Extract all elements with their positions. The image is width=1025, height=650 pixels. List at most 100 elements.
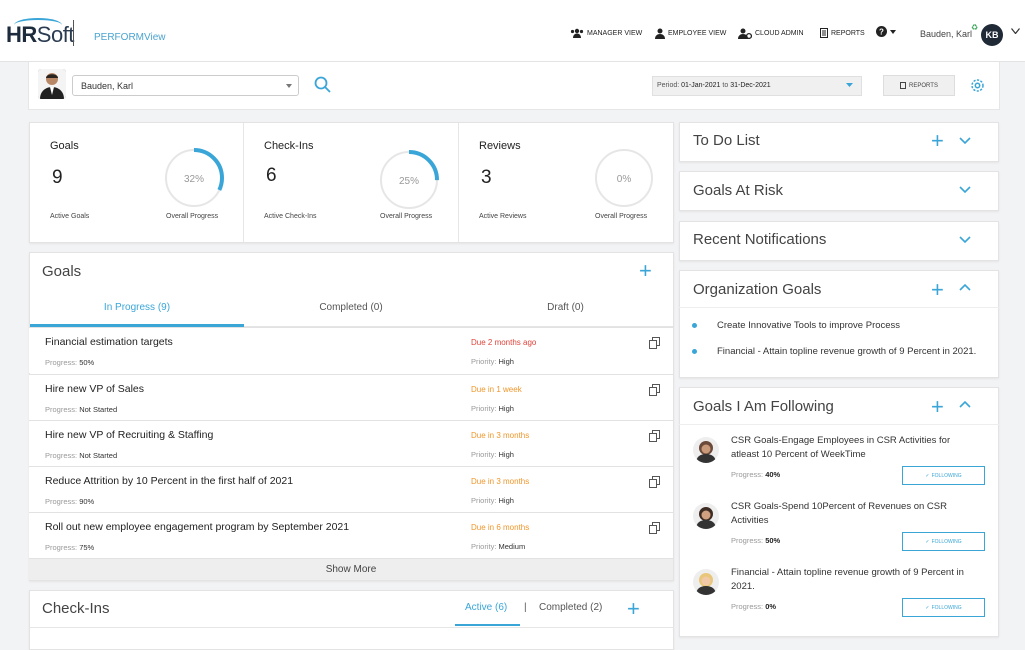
- chevron-down-icon[interactable]: [959, 236, 971, 243]
- active-tab-underline: [455, 624, 520, 626]
- following-button[interactable]: ✓ FOLLOWING: [902, 532, 985, 551]
- user-avatar[interactable]: KB: [981, 24, 1003, 46]
- stat-count: 6: [266, 165, 277, 186]
- copy-icon[interactable]: [649, 384, 660, 396]
- progress-label: Progress:: [731, 602, 764, 611]
- employee-select[interactable]: Bauden, Karl: [72, 75, 299, 96]
- goal-title[interactable]: Reduce Attrition by 10 Percent in the fi…: [45, 475, 293, 487]
- stat-title: Reviews: [479, 140, 521, 152]
- goals-at-risk-title: Goals At Risk: [693, 182, 784, 199]
- stat-title: Check-Ins: [264, 140, 314, 152]
- progress-value: 75%: [79, 543, 95, 552]
- goal-row[interactable]: Roll out new employee engagement program…: [29, 512, 673, 558]
- goal-row[interactable]: Hire new VP of Sales Progress: Not Starte…: [29, 374, 673, 420]
- following-button[interactable]: ✓ FOLLOWING: [902, 466, 985, 485]
- goal-row[interactable]: Hire new VP of Recruiting & Staffing Prog…: [29, 420, 673, 466]
- logo-text-hr: HR: [6, 22, 37, 47]
- following-goal-title[interactable]: Financial - Attain topline revenue growt…: [731, 566, 979, 594]
- add-todo-button[interactable]: +: [931, 130, 944, 152]
- progress-value: 50%: [79, 358, 95, 367]
- employee-view-link[interactable]: EMPLOYEE VIEW: [655, 28, 726, 39]
- employee-select-value: Bauden, Karl: [81, 81, 134, 91]
- goal-row[interactable]: Reduce Attrition by 10 Percent in the fi…: [29, 466, 673, 512]
- goal-priority: Priority: High: [471, 357, 514, 366]
- goal-title[interactable]: Hire new VP of Sales: [45, 383, 144, 395]
- svg-text:?: ?: [879, 28, 884, 37]
- tab-completed[interactable]: Completed (0): [244, 302, 458, 313]
- stat-goals[interactable]: Goals 9 Active Goals 32% Overall Progres…: [30, 123, 243, 242]
- check-icon: ✓: [925, 604, 930, 611]
- chevron-up-icon[interactable]: [959, 284, 971, 291]
- document-icon: [900, 82, 907, 89]
- gear-icon[interactable]: [969, 77, 986, 94]
- hrsoft-logo[interactable]: HRSoft: [6, 22, 74, 48]
- goal-due-date: Due in 1 week: [471, 385, 522, 394]
- cloud-admin-link[interactable]: CLOUD ADMIN: [738, 28, 804, 39]
- goal-due-date: Due in 3 months: [471, 477, 530, 486]
- goal-title[interactable]: Financial estimation targets: [45, 336, 173, 348]
- following-button-label: FOLLOWING: [931, 472, 962, 479]
- goal-priority: Priority: High: [471, 404, 514, 413]
- goal-title[interactable]: Roll out new employee engagement program…: [45, 521, 349, 533]
- copy-icon[interactable]: [649, 476, 660, 488]
- todo-title: To Do List: [693, 132, 760, 149]
- user-menu-caret-icon[interactable]: [1011, 28, 1020, 34]
- progress-value: 40%: [765, 470, 781, 479]
- goal-progress: Progress: 50%: [45, 358, 94, 367]
- admin-user-icon: [738, 28, 752, 39]
- reports-button[interactable]: REPORTS: [883, 75, 955, 96]
- goal-progress: Progress: Not Started: [45, 405, 117, 414]
- notification-icon[interactable]: ♻: [971, 23, 978, 32]
- reports-link[interactable]: REPORTS: [820, 28, 865, 38]
- following-button[interactable]: ✓ FOLLOWING: [902, 598, 985, 617]
- goal-row[interactable]: Financial estimation targets Progress: 50…: [29, 327, 673, 373]
- progress-label: Progress:: [731, 470, 764, 479]
- tab-draft[interactable]: Draft (0): [458, 302, 673, 313]
- stat-checkins[interactable]: Check-Ins 6 Active Check-Ins 25% Overall…: [244, 123, 458, 242]
- manager-view-link[interactable]: MANAGER VIEW: [570, 28, 642, 38]
- follower-avatar: [693, 569, 719, 595]
- progress-label: Progress:: [45, 497, 78, 506]
- chevron-down-icon[interactable]: [959, 137, 971, 144]
- tab-in-progress[interactable]: In Progress (9): [30, 302, 244, 313]
- divider: [679, 307, 999, 308]
- add-checkin-button[interactable]: +: [627, 598, 640, 620]
- copy-icon[interactable]: [649, 337, 660, 349]
- checkins-card: [29, 590, 674, 650]
- stat-title: Goals: [50, 140, 79, 152]
- show-more-button[interactable]: Show More: [29, 558, 673, 580]
- period-select[interactable]: Period: 01-Jan-2021 to 31-Dec-2021: [652, 76, 862, 96]
- check-icon: ✓: [925, 538, 930, 545]
- add-following-button[interactable]: +: [931, 396, 944, 418]
- add-goal-button[interactable]: +: [639, 260, 652, 282]
- user-name[interactable]: Bauden, Karl: [920, 29, 972, 39]
- progress-ring: 25%: [379, 150, 439, 210]
- goal-title[interactable]: Hire new VP of Recruiting & Staffing: [45, 429, 213, 441]
- following-goal-title[interactable]: CSR Goals-Spend 10Percent of Revenues on…: [731, 500, 979, 528]
- progress-value: 50%: [765, 536, 781, 545]
- product-name: PERFORMView: [94, 32, 166, 43]
- help-menu[interactable]: ?: [876, 26, 896, 37]
- copy-icon[interactable]: [649, 430, 660, 442]
- following-goal-title[interactable]: CSR Goals-Engage Employees in CSR Activi…: [731, 434, 979, 462]
- priority-label: Priority:: [471, 496, 497, 505]
- bullet-dot: [692, 323, 697, 328]
- search-icon[interactable]: [314, 76, 331, 93]
- tab-checkins-completed[interactable]: Completed (2): [539, 602, 602, 613]
- tab-checkins-active[interactable]: Active (6): [465, 602, 507, 613]
- progress-label: Overall Progress: [380, 213, 433, 220]
- goal-progress: Progress: 75%: [45, 543, 94, 552]
- copy-icon[interactable]: [649, 522, 660, 534]
- employee-view-label: EMPLOYEE VIEW: [668, 30, 727, 37]
- checkins-title: Check-Ins: [42, 600, 110, 617]
- chevron-up-icon[interactable]: [959, 401, 971, 408]
- chevron-down-icon[interactable]: [959, 186, 971, 193]
- stat-reviews[interactable]: Reviews 3 Active Reviews 0% Overall Prog…: [459, 123, 673, 242]
- priority-value: High: [498, 496, 514, 505]
- employee-photo: [38, 69, 66, 99]
- following-button-label: FOLLOWING: [931, 604, 962, 611]
- manager-view-label: MANAGER VIEW: [587, 29, 643, 37]
- add-org-goal-button[interactable]: +: [931, 279, 944, 301]
- logo-divider: [73, 20, 74, 46]
- priority-value: High: [498, 404, 514, 413]
